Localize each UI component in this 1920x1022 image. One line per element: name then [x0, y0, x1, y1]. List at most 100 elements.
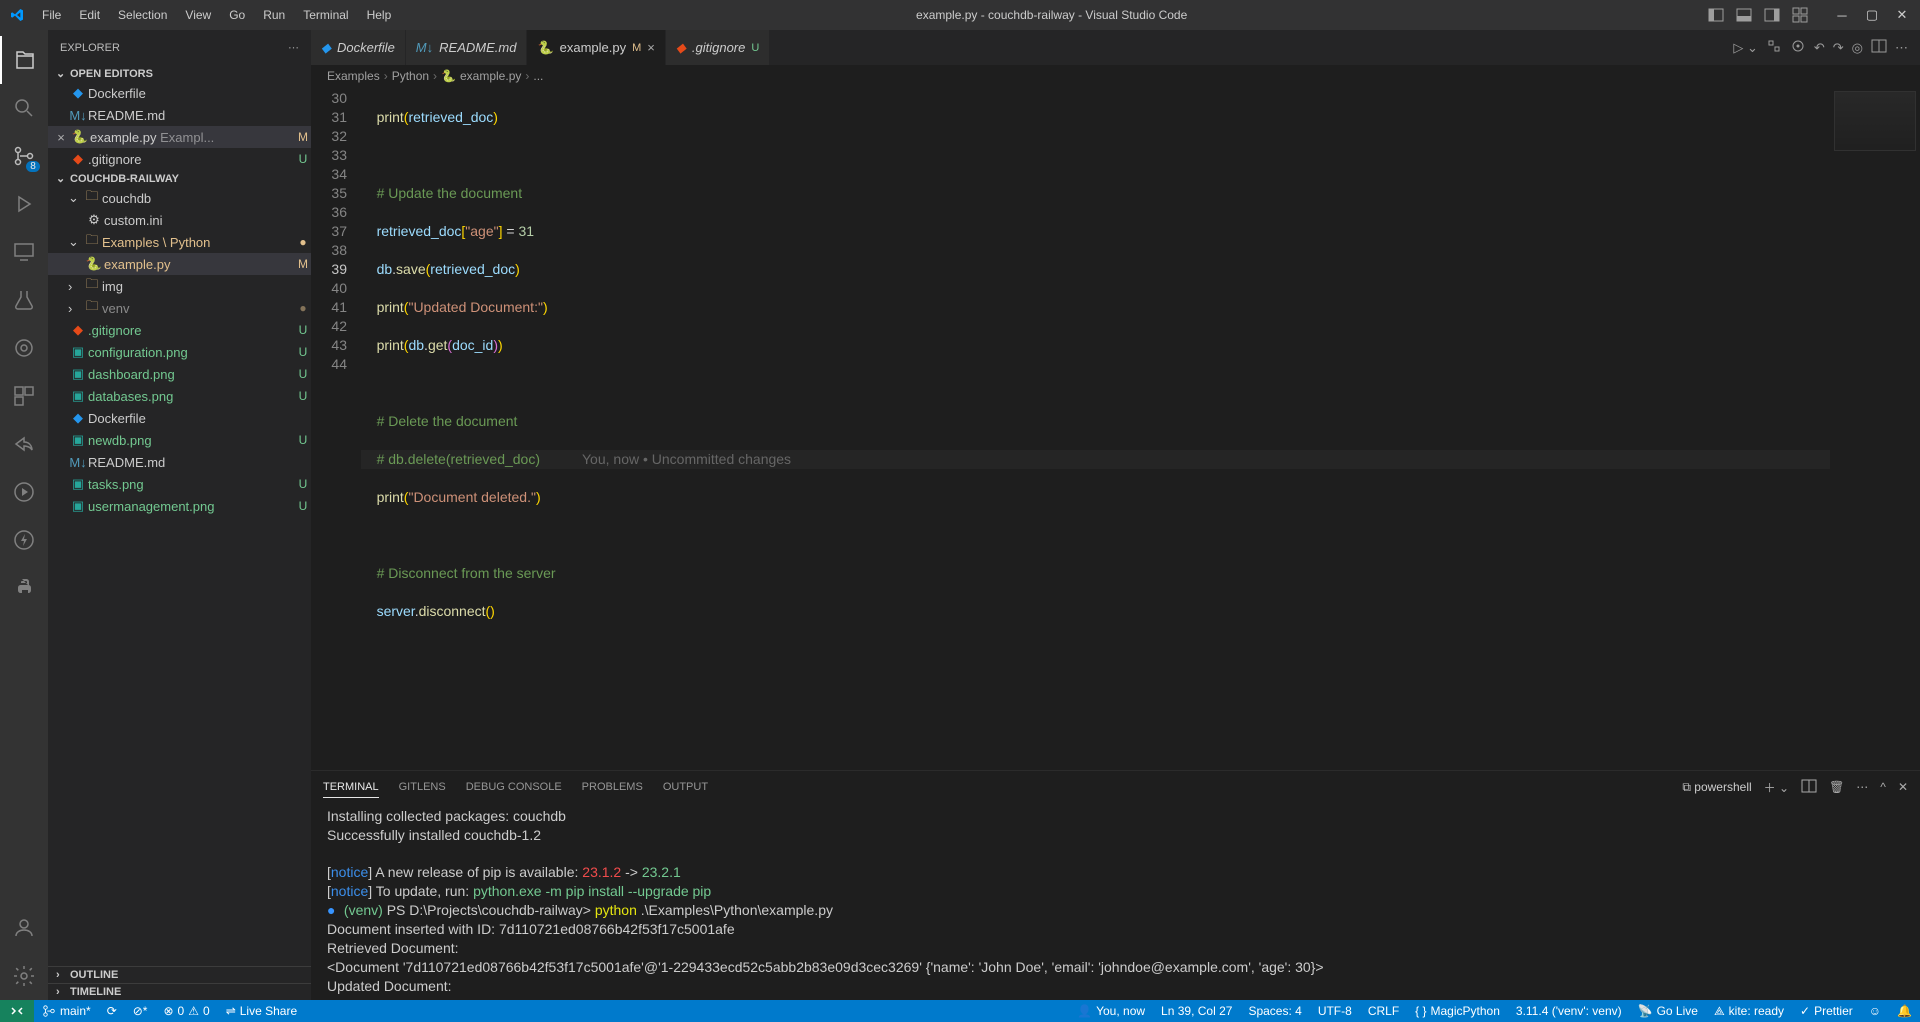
terminal-output[interactable]: Installing collected packages: couchdb S…: [311, 803, 1920, 1000]
status-indentation[interactable]: Spaces: 4: [1240, 1000, 1309, 1022]
close-button[interactable]: ✕: [1888, 4, 1916, 26]
panel-tab-debug-console[interactable]: DEBUG CONSOLE: [466, 777, 562, 797]
tree-file[interactable]: ▣newdb.pngU: [48, 429, 311, 451]
panel-tab-gitlens[interactable]: GITLENS: [399, 777, 446, 797]
remote-indicator[interactable]: [0, 1000, 34, 1022]
open-editor-item[interactable]: ◆ Dockerfile: [48, 82, 311, 104]
code-content[interactable]: print(retrieved_doc) # Update the docume…: [361, 87, 1830, 770]
tree-file[interactable]: 🐍example.pyM: [48, 253, 311, 275]
tab-dockerfile[interactable]: ◆Dockerfile: [311, 30, 406, 65]
status-notifications-icon[interactable]: 🔔: [1889, 1000, 1920, 1022]
project-header[interactable]: ⌄COUCHDB-RAILWAY: [48, 170, 311, 187]
menu-help[interactable]: Help: [359, 4, 400, 26]
tree-folder[interactable]: ⌄🗀Examples \ Python●: [48, 231, 311, 253]
kill-terminal-icon[interactable]: 🗑: [1829, 780, 1844, 794]
panel-more-icon[interactable]: ⋯: [1856, 780, 1868, 794]
activity-run-debug[interactable]: [0, 180, 48, 228]
toggle-panel-icon[interactable]: [1732, 4, 1756, 26]
revert-icon[interactable]: ↶: [1814, 40, 1825, 56]
status-python-interpreter[interactable]: 3.11.4 ('venv': venv): [1508, 1000, 1630, 1022]
status-live-share[interactable]: ⇌ Live Share: [218, 1000, 305, 1022]
tab-gitignore[interactable]: ◆.gitignore U: [666, 30, 770, 65]
compass-icon[interactable]: ◎: [1852, 40, 1863, 56]
redo-icon[interactable]: ↷: [1833, 40, 1844, 56]
split-terminal-icon[interactable]: [1801, 778, 1817, 797]
status-cursor-position[interactable]: Ln 39, Col 27: [1153, 1000, 1240, 1022]
tree-file[interactable]: ▣dashboard.pngU: [48, 363, 311, 385]
status-git-branch[interactable]: main*: [34, 1000, 99, 1022]
git-timeline-icon[interactable]: [1790, 38, 1806, 57]
activity-testing[interactable]: [0, 276, 48, 324]
activity-source-control[interactable]: 8: [0, 132, 48, 180]
activity-explorer[interactable]: [0, 36, 48, 84]
tree-file[interactable]: ◆Dockerfile: [48, 407, 311, 429]
activity-share-icon[interactable]: [0, 420, 48, 468]
status-eol[interactable]: CRLF: [1360, 1000, 1407, 1022]
status-feedback-icon[interactable]: ☺: [1861, 1000, 1889, 1022]
open-editor-item[interactable]: M↓ README.md: [48, 104, 311, 126]
sidebar-more-icon[interactable]: ⋯: [288, 41, 299, 54]
maximize-button[interactable]: ▢: [1858, 4, 1886, 26]
menu-edit[interactable]: Edit: [71, 4, 108, 26]
activity-accounts[interactable]: [0, 904, 48, 952]
more-actions-icon[interactable]: ⋯: [1895, 40, 1908, 56]
status-prettier[interactable]: ✓ Prettier: [1792, 1000, 1861, 1022]
terminal-shell-selector[interactable]: ⧉ powershell: [1682, 780, 1751, 795]
menu-file[interactable]: File: [34, 4, 69, 26]
split-editor-icon[interactable]: [1871, 38, 1887, 57]
panel-tab-problems[interactable]: PROBLEMS: [582, 777, 643, 797]
tree-file[interactable]: ◆.gitignoreU: [48, 319, 311, 341]
breadcrumb[interactable]: Examples› Python› 🐍example.py› ...: [311, 65, 1920, 87]
status-cloud-icon[interactable]: ⊘*: [125, 1000, 156, 1022]
status-encoding[interactable]: UTF-8: [1310, 1000, 1360, 1022]
close-tab-icon[interactable]: ×: [647, 40, 655, 55]
toggle-secondary-sidebar-icon[interactable]: [1760, 4, 1784, 26]
timeline-header[interactable]: ›TIMELINE: [48, 983, 311, 1000]
menu-terminal[interactable]: Terminal: [295, 4, 356, 26]
close-editor-icon[interactable]: ×: [52, 130, 70, 145]
activity-settings[interactable]: [0, 952, 48, 1000]
minimize-button[interactable]: ─: [1828, 4, 1856, 26]
minimap[interactable]: [1830, 87, 1920, 770]
tab-example[interactable]: 🐍example.py M×: [527, 30, 665, 65]
toggle-primary-sidebar-icon[interactable]: [1704, 4, 1728, 26]
tree-file[interactable]: ▣configuration.pngU: [48, 341, 311, 363]
activity-search[interactable]: [0, 84, 48, 132]
menu-run[interactable]: Run: [255, 4, 293, 26]
menu-selection[interactable]: Selection: [110, 4, 175, 26]
customize-layout-icon[interactable]: [1788, 4, 1812, 26]
menu-go[interactable]: Go: [221, 4, 253, 26]
open-editor-item[interactable]: ◆ .gitignore U: [48, 148, 311, 170]
menu-view[interactable]: View: [177, 4, 219, 26]
tree-folder[interactable]: ›🗀img: [48, 275, 311, 297]
new-terminal-button[interactable]: ＋ ⌄: [1764, 779, 1789, 796]
run-button[interactable]: ▷ ⌄: [1733, 40, 1758, 56]
code-editor[interactable]: 303132333435363738394041424344 print(ret…: [311, 87, 1920, 770]
tree-folder[interactable]: ›🗀venv●: [48, 297, 311, 319]
activity-remote-explorer[interactable]: [0, 228, 48, 276]
panel-tab-output[interactable]: OUTPUT: [663, 777, 708, 797]
open-editors-header[interactable]: ⌄OPEN EDITORS: [48, 65, 311, 82]
status-kite[interactable]: ⟁ kite: ready: [1706, 1000, 1792, 1022]
status-language-mode[interactable]: { } MagicPython: [1407, 1000, 1508, 1022]
open-editor-item[interactable]: × 🐍 example.py Exampl... M: [48, 126, 311, 148]
tree-file[interactable]: ▣usermanagement.pngU: [48, 495, 311, 517]
status-problems[interactable]: ⊗ 0 ⚠ 0: [155, 1000, 217, 1022]
status-sync-icon[interactable]: ⟳: [99, 1000, 125, 1022]
tree-folder[interactable]: ⌄🗀couchdb: [48, 187, 311, 209]
tree-file[interactable]: M↓README.md: [48, 451, 311, 473]
activity-gitlens[interactable]: [0, 324, 48, 372]
tree-file[interactable]: ▣databases.pngU: [48, 385, 311, 407]
compare-changes-icon[interactable]: [1766, 38, 1782, 57]
outline-header[interactable]: ›OUTLINE: [48, 966, 311, 983]
panel-close-icon[interactable]: ✕: [1898, 780, 1908, 794]
status-blame[interactable]: 👤 You, now: [1069, 1000, 1153, 1022]
status-go-live[interactable]: 📡 Go Live: [1630, 1000, 1706, 1022]
panel-maximize-icon[interactable]: ^: [1880, 780, 1886, 794]
tree-file[interactable]: ▣tasks.pngU: [48, 473, 311, 495]
tree-file[interactable]: ⚙custom.ini: [48, 209, 311, 231]
tab-readme[interactable]: M↓README.md: [406, 30, 528, 65]
activity-live-share[interactable]: [0, 468, 48, 516]
panel-tab-terminal[interactable]: TERMINAL: [323, 777, 379, 798]
activity-python-icon[interactable]: [0, 564, 48, 612]
